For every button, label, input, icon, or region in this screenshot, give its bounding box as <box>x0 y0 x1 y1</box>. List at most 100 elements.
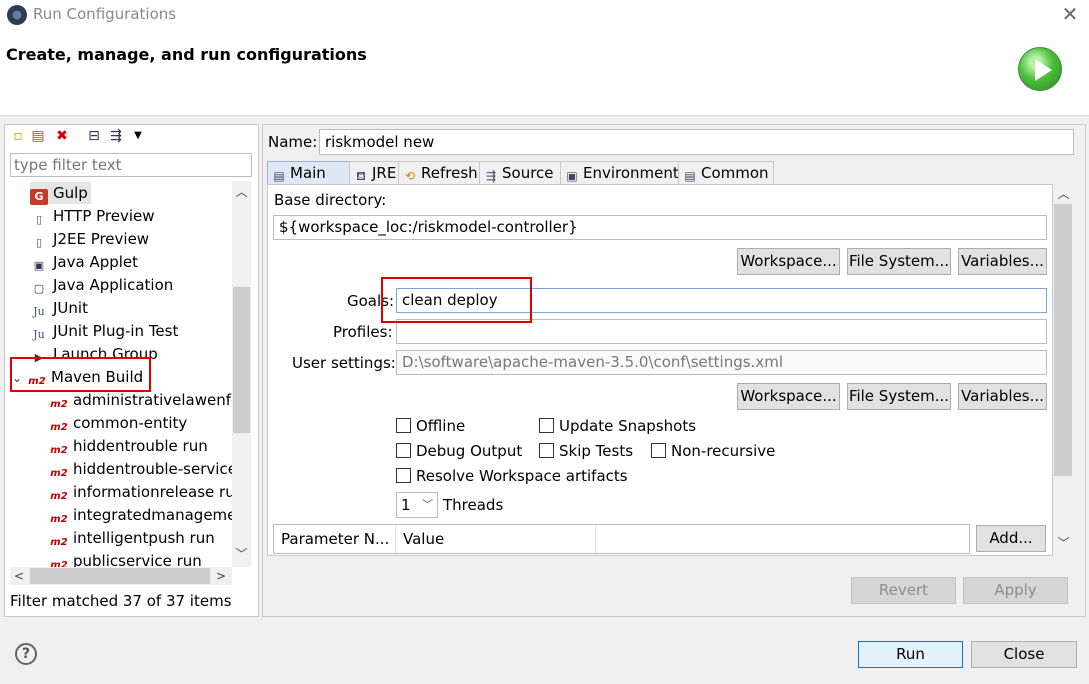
run-button[interactable]: Run <box>858 641 963 668</box>
name-input[interactable]: riskmodel new <box>319 129 1074 155</box>
run-banner-icon <box>1018 47 1062 91</box>
base-workspace-button[interactable]: Workspace... <box>737 248 840 275</box>
tree-item-maven-config[interactable]: m2 publicservice run <box>50 550 202 567</box>
threads-select[interactable]: 1 ﹀ <box>396 492 438 518</box>
tree-horizontal-scrollbar[interactable]: < > <box>10 567 232 585</box>
close-window-icon[interactable]: ✕ <box>1058 1 1082 27</box>
tab-main[interactable]: ▤ Main <box>267 161 350 184</box>
duplicate-config-icon[interactable]: ▤ <box>30 128 46 144</box>
chevron-down-icon: ﹀ <box>422 498 433 511</box>
tree-item-maven-config[interactable]: m2 administrativelawenfo <box>50 389 232 411</box>
java-application-icon: ▢ <box>33 282 45 295</box>
tab-source[interactable]: ⇶ Source <box>479 161 561 184</box>
scroll-up-arrow-icon[interactable]: ︿ <box>232 183 251 201</box>
tree-item-maven-config[interactable]: m2 intelligentpush run <box>50 527 214 549</box>
tab-jre[interactable]: ⛾ JRE <box>349 161 399 184</box>
checkbox-box[interactable] <box>539 443 554 458</box>
collapse-all-icon[interactable]: ⊟ <box>86 128 102 144</box>
checkbox-box[interactable] <box>396 443 411 458</box>
skip-tests-checkbox[interactable]: Skip Tests <box>539 441 633 461</box>
view-menu-icon[interactable]: ▼ <box>130 128 146 144</box>
page-title: Create, manage, and run configurations <box>6 45 367 64</box>
tree-item-maven-config[interactable]: m2 hiddentrouble-service <box>50 458 232 480</box>
apply-button[interactable]: Apply <box>963 577 1068 604</box>
tree-vertical-scrollbar[interactable]: ︿ ﹀ <box>232 181 251 567</box>
base-variables-button[interactable]: Variables... <box>958 248 1047 275</box>
environment-tab-icon: ▣ <box>566 169 578 183</box>
scroll-left-arrow-icon[interactable]: < <box>10 567 28 585</box>
filter-config-icon[interactable]: ⇶ <box>108 128 124 144</box>
maven-icon: m2 <box>50 468 68 479</box>
value-column-header[interactable]: Value <box>396 525 596 553</box>
parameters-table[interactable]: Parameter N... Value <box>273 524 970 554</box>
settings-file-system-button[interactable]: File System... <box>847 383 951 410</box>
debug-output-checkbox[interactable]: Debug Output <box>396 441 522 461</box>
tree-item-java-application[interactable]: ▢ Java Application <box>30 274 173 296</box>
tree-item-http-preview[interactable]: ▯ HTTP Preview <box>30 205 155 227</box>
user-settings-input[interactable]: D:\software\apache-maven-3.5.0\conf\sett… <box>396 350 1047 375</box>
common-tab-icon: ▤ <box>684 169 696 183</box>
tree-item-j2ee-preview[interactable]: ▯ J2EE Preview <box>30 228 149 250</box>
main-tab-icon: ▤ <box>273 169 285 183</box>
settings-variables-button[interactable]: Variables... <box>958 383 1047 410</box>
scrollbar-thumb[interactable] <box>30 568 210 584</box>
maven-icon: m2 <box>50 491 68 502</box>
threads-label: Threads <box>443 496 504 514</box>
scroll-up-arrow-icon[interactable]: ︿ <box>1054 185 1073 203</box>
java-applet-icon: ▣ <box>33 259 45 272</box>
dialog-header <box>0 30 1089 116</box>
filter-input[interactable] <box>10 153 252 177</box>
tab-environment[interactable]: ▣ Environment <box>560 161 679 184</box>
base-directory-label: Base directory: <box>274 191 387 209</box>
resolve-workspace-checkbox[interactable]: Resolve Workspace artifacts <box>396 466 628 486</box>
tree-item-maven-config[interactable]: m2 common-entity <box>50 412 187 434</box>
add-parameter-button[interactable]: Add... <box>976 525 1046 552</box>
tree-item-java-applet[interactable]: ▣ Java Applet <box>30 251 138 273</box>
tree-item-maven-config[interactable]: m2 hiddentrouble run <box>50 435 207 457</box>
offline-checkbox[interactable]: Offline <box>396 416 465 436</box>
delete-config-icon[interactable]: ✖ <box>54 128 70 144</box>
tree-item-junit[interactable]: Ju JUnit <box>30 297 88 319</box>
settings-workspace-button[interactable]: Workspace... <box>737 383 840 410</box>
tab-refresh[interactable]: ⟲ Refresh <box>398 161 480 184</box>
checkbox-box[interactable] <box>539 418 554 433</box>
maven-icon: m2 <box>50 514 68 525</box>
checkbox-box[interactable] <box>651 443 666 458</box>
maven-icon: m2 <box>50 399 68 410</box>
editor-vertical-scrollbar[interactable]: ︿ ﹀ <box>1053 184 1073 556</box>
profiles-label: Profiles: <box>333 323 393 341</box>
base-directory-input[interactable]: ${workspace_loc:/riskmodel-controller} <box>273 215 1047 240</box>
user-settings-label: User settings: <box>292 354 396 372</box>
checkbox-box[interactable] <box>396 468 411 483</box>
revert-button[interactable]: Revert <box>851 577 956 604</box>
maven-icon: m2 <box>50 445 68 456</box>
scrollbar-thumb[interactable] <box>233 287 250 433</box>
tab-common[interactable]: ▤ Common <box>678 161 774 184</box>
new-config-icon[interactable]: ▫ <box>10 128 26 144</box>
scroll-down-arrow-icon[interactable]: ﹀ <box>232 545 251 563</box>
highlight-box-goals <box>381 277 532 323</box>
parameter-name-column-header[interactable]: Parameter N... <box>274 525 396 553</box>
maven-icon: m2 <box>50 560 68 567</box>
tree-item-maven-config[interactable]: m2 informationrelease rur <box>50 481 232 503</box>
junit-plugin-icon: Ju <box>33 328 45 341</box>
non-recursive-checkbox[interactable]: Non-recursive <box>651 441 775 461</box>
base-file-system-button[interactable]: File System... <box>847 248 951 275</box>
tree-item-gulp[interactable]: G Gulp <box>30 182 91 205</box>
window-title: Run Configurations <box>33 5 177 23</box>
close-button[interactable]: Close <box>971 641 1077 668</box>
checkbox-box[interactable] <box>396 418 411 433</box>
update-snapshots-checkbox[interactable]: Update Snapshots <box>539 416 696 436</box>
maven-icon: m2 <box>50 537 68 548</box>
help-icon[interactable]: ? <box>15 643 37 665</box>
tree-item-maven-config[interactable]: m2 integratedmanageme <box>50 504 232 526</box>
jre-tab-icon: ⛾ <box>356 169 366 183</box>
j2ee-preview-icon: ▯ <box>35 236 43 249</box>
maven-icon: m2 <box>50 422 68 433</box>
tree-item-junit-plugin-test[interactable]: Ju JUnit Plug-in Test <box>30 320 178 342</box>
scrollbar-thumb[interactable] <box>1054 204 1072 476</box>
scroll-right-arrow-icon[interactable]: > <box>212 567 230 585</box>
scroll-down-arrow-icon[interactable]: ﹀ <box>1054 534 1073 552</box>
eclipse-app-icon <box>7 5 27 25</box>
http-preview-icon: ▯ <box>35 213 43 226</box>
